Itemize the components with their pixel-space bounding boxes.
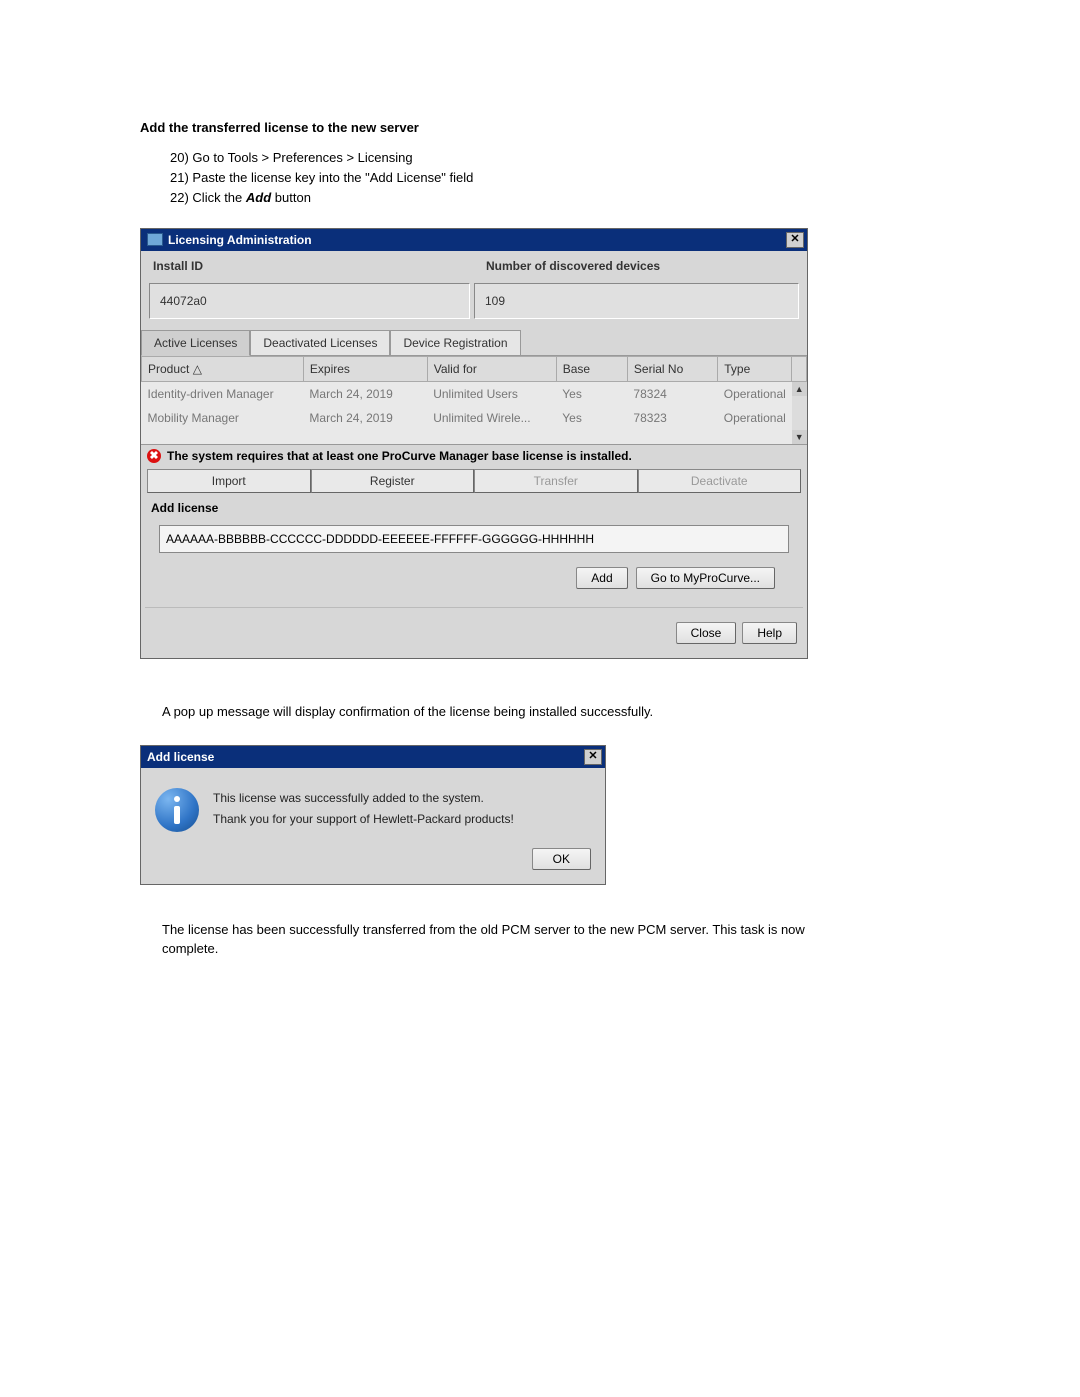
cell-valid-for: Unlimited Wirele... [427, 406, 556, 430]
devices-field[interactable]: 109 [474, 283, 799, 319]
help-button[interactable]: Help [742, 622, 797, 644]
step-text-a: Click the [192, 190, 245, 205]
cell-valid-for: Unlimited Users [427, 381, 556, 406]
window-body: Install ID Number of discovered devices … [141, 251, 807, 658]
add-license-popup: Add license ✕ This license was successfu… [140, 745, 606, 885]
scroll-col [792, 356, 807, 381]
close-icon[interactable]: ✕ [786, 232, 804, 248]
col-serial-no[interactable]: Serial No [627, 356, 717, 381]
scroll-down-icon[interactable]: ▼ [792, 430, 807, 444]
window-icon [147, 233, 163, 246]
install-id-block: Install ID [141, 251, 474, 283]
devices-block: Number of discovered devices [474, 251, 807, 283]
cell-expires: March 24, 2019 [303, 381, 427, 406]
cell-serial-no: 78324 [627, 381, 717, 406]
titlebar[interactable]: Licensing Administration ✕ [141, 229, 807, 251]
step-text: Paste the license key into the "Add Lice… [192, 170, 473, 185]
tabs-row: Active Licenses Deactivated Licenses Dev… [141, 327, 807, 356]
table-header-row: Product △ Expires Valid for Base Serial … [142, 356, 807, 381]
popup-line1: This license was successfully added to t… [213, 788, 514, 808]
warning-bar: ✖ The system requires that at least one … [141, 444, 807, 467]
step-text-b: button [271, 190, 311, 205]
table-row[interactable]: Mobility Manager March 24, 2019 Unlimite… [142, 406, 807, 430]
step-20: 20) Go to Tools > Preferences > Licensin… [170, 149, 940, 167]
cell-serial-no: 78323 [627, 406, 717, 430]
licensing-admin-window: Licensing Administration ✕ Install ID Nu… [140, 228, 808, 659]
step-text: Go to Tools > Preferences > Licensing [192, 150, 412, 165]
col-product[interactable]: Product △ [142, 356, 304, 381]
add-buttons-row: Add Go to MyProCurve... [141, 559, 807, 599]
field-labels-row: Install ID Number of discovered devices [141, 251, 807, 283]
actions-row: Import Register Transfer Deactivate [141, 467, 807, 499]
title-left: Licensing Administration [147, 233, 312, 247]
license-table: Product △ Expires Valid for Base Serial … [141, 356, 807, 444]
window-title: Licensing Administration [168, 233, 312, 247]
col-type[interactable]: Type [718, 356, 792, 381]
bottom-buttons-row: Close Help [141, 608, 807, 658]
step-21: 21) Paste the license key into the "Add … [170, 169, 940, 187]
cell-base: Yes [556, 381, 627, 406]
popup-footer: OK [141, 848, 605, 884]
warning-text: The system requires that at least one Pr… [167, 449, 632, 463]
cell-type: Operational [718, 381, 792, 406]
popup-line2: Thank you for your support of Hewlett-Pa… [213, 809, 514, 829]
step-22: 22) Click the Add button [170, 189, 940, 207]
col-valid-for[interactable]: Valid for [427, 356, 556, 381]
error-icon: ✖ [147, 449, 161, 463]
table-row-partial [142, 430, 807, 444]
add-license-label: Add license [141, 499, 807, 521]
import-button[interactable]: Import [147, 469, 311, 493]
field-values-row: 44072a0 109 [141, 283, 807, 325]
scroll-up-icon[interactable]: ▲ [792, 382, 807, 396]
col-expires[interactable]: Expires [303, 356, 427, 381]
step-num: 21) [170, 170, 189, 185]
info-icon [155, 788, 199, 832]
cell-base: Yes [556, 406, 627, 430]
license-input-wrap [141, 521, 807, 559]
popup-text: This license was successfully added to t… [213, 788, 514, 832]
close-button[interactable]: Close [676, 622, 737, 644]
col-base[interactable]: Base [556, 356, 627, 381]
cell-product: Identity-driven Manager [142, 381, 304, 406]
tab-device-registration[interactable]: Device Registration [390, 330, 520, 356]
cell-expires: March 24, 2019 [303, 406, 427, 430]
deactivate-button[interactable]: Deactivate [638, 469, 802, 493]
popup-title: Add license [147, 750, 214, 764]
install-id-label: Install ID [153, 259, 466, 273]
goto-myprocurve-button[interactable]: Go to MyProCurve... [636, 567, 775, 589]
cell-product: Mobility Manager [142, 406, 304, 430]
popup-body: This license was successfully added to t… [141, 768, 605, 848]
ok-button[interactable]: OK [532, 848, 591, 870]
scrollbar[interactable]: ▲ ▼ [792, 381, 807, 444]
step-num: 20) [170, 150, 189, 165]
fields-wrap: Install ID Number of discovered devices … [141, 251, 807, 325]
install-id-field[interactable]: 44072a0 [149, 283, 470, 319]
narrative-text-1: A pop up message will display confirmati… [162, 703, 842, 722]
add-button[interactable]: Add [576, 567, 627, 589]
document-page: Add the transferred license to the new s… [0, 0, 1080, 1043]
steps-list: 20) Go to Tools > Preferences > Licensin… [170, 149, 940, 208]
popup-close-icon[interactable]: ✕ [584, 749, 602, 765]
popup-titlebar[interactable]: Add license ✕ [141, 746, 605, 768]
table-row[interactable]: Identity-driven Manager March 24, 2019 U… [142, 381, 807, 406]
step-num: 22) [170, 190, 189, 205]
install-id-box-wrap: 44072a0 [141, 283, 474, 325]
section-title: Add the transferred license to the new s… [140, 120, 940, 135]
register-button[interactable]: Register [311, 469, 475, 493]
tab-active-licenses[interactable]: Active Licenses [141, 330, 250, 356]
step-bold: Add [246, 190, 271, 205]
devices-label: Number of discovered devices [486, 259, 799, 273]
transfer-button[interactable]: Transfer [474, 469, 638, 493]
tab-deactivated-licenses[interactable]: Deactivated Licenses [250, 330, 390, 356]
narrative-text-2: The license has been successfully transf… [162, 921, 842, 959]
devices-box-wrap: 109 [474, 283, 807, 325]
license-input[interactable] [159, 525, 789, 553]
cell-type: Operational [718, 406, 792, 430]
